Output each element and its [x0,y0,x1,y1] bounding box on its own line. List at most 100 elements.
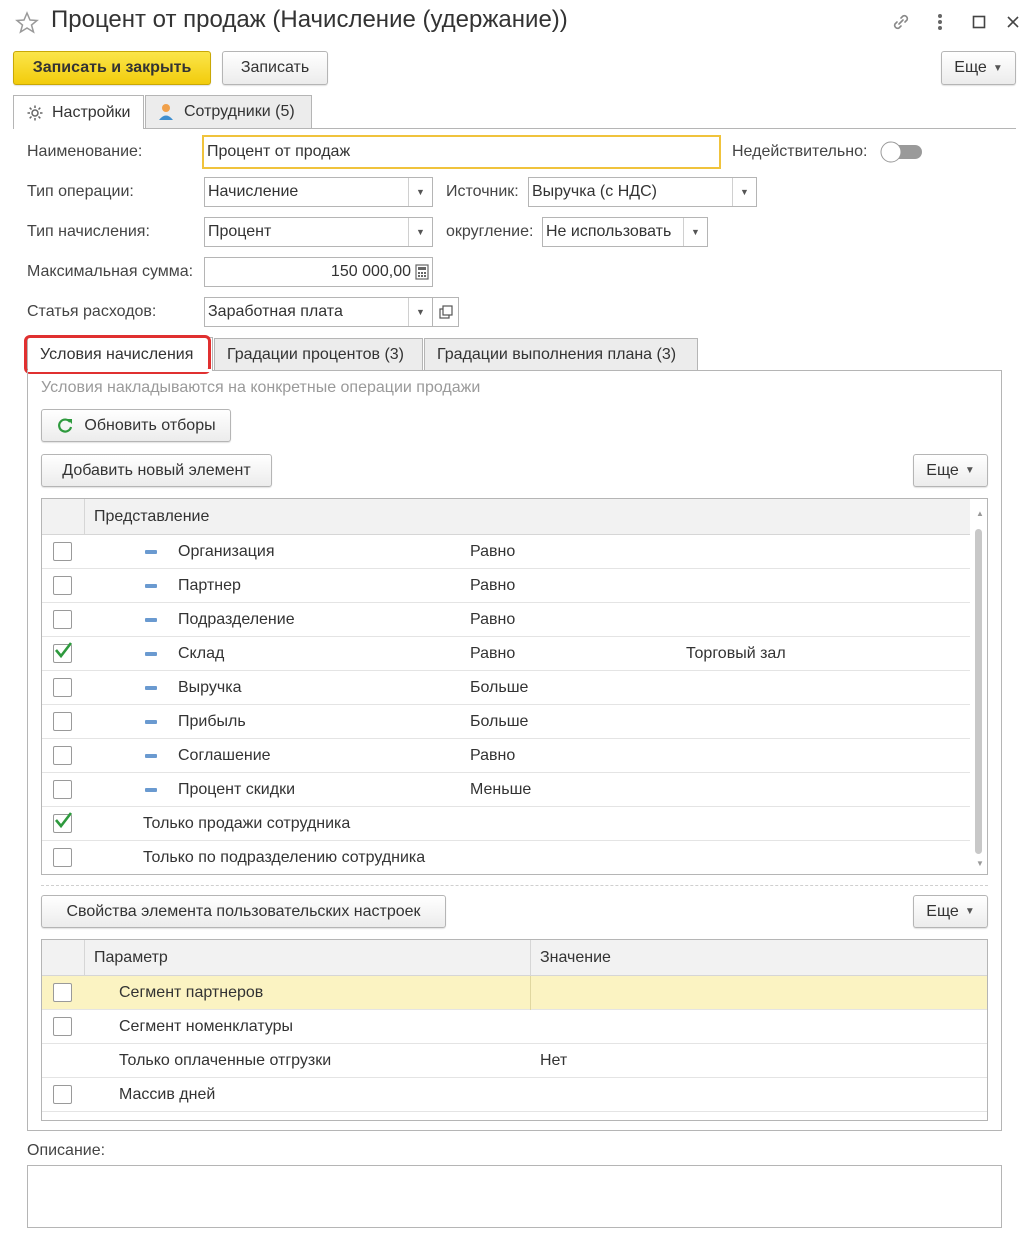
props-more-label: Еще [926,902,959,920]
row-checkbox[interactable] [53,610,72,629]
props-more-button[interactable]: Еще ▼ [913,895,988,928]
table-row[interactable]: Сегмент партнеров [42,976,987,1010]
calculator-icon[interactable] [415,264,429,280]
more-label: Еще [954,59,987,76]
row-checkbox[interactable] [53,812,73,833]
more-button[interactable]: Еще ▼ [941,51,1016,85]
save-and-close-button[interactable]: Записать и закрыть [13,51,211,85]
row-checkbox[interactable] [53,848,72,867]
row-checkbox[interactable] [53,780,72,799]
parameter-name: Только оплаченные отгрузки [119,1052,332,1069]
scrollbar-thumb[interactable] [975,529,982,854]
save-button[interactable]: Записать [222,51,328,85]
scroll-down-icon[interactable]: ▼ [976,859,984,868]
scroll-up-icon[interactable]: ▲ [976,509,984,518]
open-expense-button[interactable] [432,297,459,327]
accrual-type-label: Тип начисления: [27,223,150,240]
condition-name: Выручка [178,679,242,696]
max-sum-input[interactable]: 150 000,00 [204,257,433,287]
table-row[interactable]: Только оплаченные отгрузки Нет [42,1044,987,1078]
tab-employees[interactable]: Сотрудники (5) [145,95,312,128]
source-select[interactable]: Выручка (с НДС) ▼ [528,177,757,207]
tab-settings[interactable]: Настройки [13,95,144,129]
row-checkbox[interactable] [53,712,72,731]
accrual-type-select[interactable]: Процент ▼ [204,217,433,247]
expense-select[interactable]: Заработная плата ▼ [204,297,433,327]
condition-name: Соглашение [178,747,271,764]
invalid-toggle[interactable] [880,141,923,163]
rounding-label: округление: [446,223,534,240]
condition-comparison: Равно [470,645,516,662]
star-icon[interactable] [14,10,40,36]
name-label: Наименование: [27,143,143,160]
conditions-hint: Условия накладываются на конкретные опер… [41,379,481,396]
rounding-select[interactable]: Не использовать ▼ [542,217,708,247]
tab-gradations[interactable]: Градации процентов (3) [214,338,423,370]
checkmark-icon [55,812,73,829]
dropdown-arrow-icon: ▼ [408,178,432,206]
dashed-separator [41,885,988,886]
expense-label: Статья расходов: [27,303,157,320]
list-item[interactable]: Соглашение Равно [42,739,971,773]
open-icon [438,305,453,319]
maximize-icon[interactable] [968,11,990,33]
list-item[interactable]: Только по подразделению сотрудника [42,841,971,874]
parameter-name: Сегмент партнеров [119,984,264,1001]
list-item[interactable]: Процент скидки Меньше [42,773,971,807]
conditions-more-label: Еще [926,461,959,479]
tab-settings-label: Настройки [52,103,131,121]
conditions-table-header: Представление [42,499,987,535]
tab-gradations-label: Градации процентов (3) [227,345,405,363]
condition-comparison: Равно [470,747,516,764]
filter-item-icon [145,652,157,656]
row-checkbox[interactable] [53,576,72,595]
link-icon[interactable] [890,11,912,33]
accrual-type-value: Процент [208,223,272,240]
name-input[interactable]: Процент от продаж [202,135,721,169]
close-icon[interactable] [1002,11,1024,33]
chevron-down-icon: ▼ [964,906,975,917]
column-divider [530,976,531,1010]
add-element-button[interactable]: Добавить новый элемент [41,454,272,487]
conditions-more-button[interactable]: Еще ▼ [913,454,988,487]
condition-name: Партнер [178,577,241,594]
list-item[interactable]: Склад Равно Торговый зал [42,637,971,671]
dropdown-arrow-icon: ▼ [408,218,432,246]
element-properties-button[interactable]: Свойства элемента пользовательских настр… [41,895,446,928]
header-divider [84,940,85,976]
tab-plan-gradations[interactable]: Градации выполнения плана (3) [424,338,698,370]
properties-table-header: Параметр Значение [42,940,987,976]
list-item[interactable]: Только продажи сотрудника [42,807,971,841]
description-textarea[interactable] [27,1165,1002,1228]
column-header-presentation: Представление [94,508,210,525]
expense-value: Заработная плата [208,303,343,320]
header-divider [530,940,531,976]
table-row[interactable]: Сегмент номенклатуры [42,1010,987,1044]
row-checkbox[interactable] [53,678,72,697]
condition-comparison: Равно [470,543,516,560]
table-row[interactable]: Массив дней [42,1078,987,1112]
row-checkbox[interactable] [53,1017,72,1036]
row-checkbox[interactable] [53,983,72,1002]
list-item[interactable]: Партнер Равно [42,569,971,603]
filter-item-icon [145,584,157,588]
list-item[interactable]: Подразделение Равно [42,603,971,637]
list-item[interactable]: Организация Равно [42,535,971,569]
tab-connector [28,369,212,372]
refresh-filters-label: Обновить отборы [84,416,216,434]
refresh-filters-button[interactable]: Обновить отборы [41,409,231,442]
condition-name: Организация [178,543,275,560]
max-sum-value: 150 000,00 [330,263,411,280]
dropdown-arrow-icon: ▼ [732,178,756,206]
row-checkbox[interactable] [53,542,72,561]
row-checkbox[interactable] [53,1085,72,1104]
row-checkbox[interactable] [53,642,73,663]
condition-comparison: Меньше [470,781,532,798]
row-checkbox[interactable] [53,746,72,765]
list-item[interactable]: Прибыль Больше [42,705,971,739]
list-item[interactable]: Выручка Больше [42,671,971,705]
more-vertical-icon[interactable] [929,11,951,33]
op-type-select[interactable]: Начисление ▼ [204,177,433,207]
condition-name: Только продажи сотрудника [143,815,351,832]
scrollbar[interactable]: ▲ ▼ [970,499,987,874]
